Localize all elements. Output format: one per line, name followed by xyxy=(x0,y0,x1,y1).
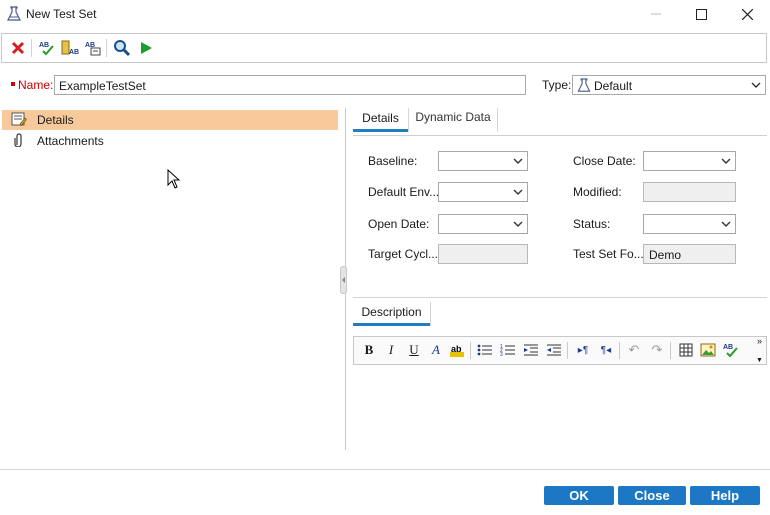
svg-text:AB: AB xyxy=(39,42,49,49)
chevron-down-icon[interactable] xyxy=(509,152,527,170)
open-date-select[interactable] xyxy=(438,214,528,234)
toolbar: AB AB AB xyxy=(1,33,767,63)
open-date-label: Open Date: xyxy=(368,217,430,231)
close-window-button[interactable] xyxy=(724,0,770,28)
more-icon[interactable]: » ▼ xyxy=(753,336,766,364)
type-label: Type: xyxy=(542,78,572,92)
chevron-down-icon[interactable] xyxy=(747,76,765,94)
name-value: ExampleTestSet xyxy=(59,79,146,93)
bold-icon[interactable]: B xyxy=(359,340,379,360)
status-select[interactable] xyxy=(643,214,736,234)
outdent-icon[interactable] xyxy=(544,340,564,360)
bullet-list-icon[interactable] xyxy=(475,340,495,360)
ok-button[interactable]: OK xyxy=(544,486,614,505)
find-icon[interactable] xyxy=(112,38,132,58)
highlight-icon[interactable]: ab xyxy=(447,340,467,360)
sidebar-item-label: Details xyxy=(37,113,74,127)
close-button[interactable]: Close xyxy=(618,486,686,505)
required-marker xyxy=(11,82,15,86)
sidebar-item-attachments[interactable]: Attachments xyxy=(2,131,338,151)
paperclip-icon xyxy=(11,132,27,150)
help-button[interactable]: Help xyxy=(690,486,760,505)
chevron-down-icon[interactable] xyxy=(509,215,527,233)
tab-separator xyxy=(408,108,409,132)
rte-separator xyxy=(619,342,620,359)
italic-icon[interactable]: I xyxy=(381,340,401,360)
thesaurus-icon[interactable]: AB xyxy=(60,38,80,58)
tab-dynamic-data[interactable]: Dynamic Data xyxy=(410,104,496,130)
name-label: Name: xyxy=(18,78,54,92)
svg-text:AB: AB xyxy=(69,49,79,56)
svg-text:AB: AB xyxy=(723,344,733,351)
modified-field xyxy=(643,182,736,202)
font-color-icon[interactable]: A xyxy=(426,340,446,360)
name-field[interactable]: ExampleTestSet xyxy=(54,75,526,95)
test-set-icon xyxy=(7,6,21,25)
spell-options-icon[interactable]: AB xyxy=(83,38,103,58)
target-cycle-label: Target Cycl... xyxy=(368,247,439,261)
rte-separator xyxy=(670,342,671,359)
baseline-select[interactable] xyxy=(438,151,528,171)
chevron-down-icon[interactable] xyxy=(717,215,735,233)
footer-separator xyxy=(0,469,770,470)
tab-details[interactable]: Details xyxy=(353,106,408,132)
image-icon[interactable] xyxy=(698,340,718,360)
spell-check-icon[interactable]: AB xyxy=(721,340,741,360)
splitter-handle[interactable] xyxy=(340,266,347,294)
rtl-icon[interactable]: ¶◂ xyxy=(596,340,616,360)
toolbar-separator xyxy=(31,39,32,57)
undo-icon[interactable]: ↶ xyxy=(624,340,644,360)
maximize-button[interactable] xyxy=(678,0,724,28)
ltr-icon[interactable]: ▸¶ xyxy=(573,340,593,360)
window-title: New Test Set xyxy=(26,7,97,21)
chevron-down-icon[interactable] xyxy=(717,152,735,170)
type-value: Default xyxy=(594,79,633,93)
baseline-label: Baseline: xyxy=(368,154,418,168)
title-bar: New Test Set xyxy=(0,0,770,28)
test-set-icon xyxy=(577,78,591,96)
modified-label: Modified: xyxy=(573,185,622,199)
close-date-label: Close Date: xyxy=(573,154,636,168)
indent-icon[interactable] xyxy=(521,340,541,360)
details-icon xyxy=(11,112,27,129)
delete-icon[interactable] xyxy=(8,38,28,58)
toolbar-separator xyxy=(106,39,107,57)
minimize-button[interactable] xyxy=(633,0,679,28)
sidebar-item-details[interactable]: Details xyxy=(2,110,338,130)
mouse-cursor-icon xyxy=(167,168,181,192)
chevron-down-icon[interactable] xyxy=(509,183,527,201)
close-date-select[interactable] xyxy=(643,151,736,171)
run-icon[interactable] xyxy=(136,38,156,58)
svg-text:3: 3 xyxy=(500,352,503,357)
tab-description[interactable]: Description xyxy=(353,300,430,326)
target-cycle-field[interactable] xyxy=(438,244,528,264)
default-env-select[interactable] xyxy=(438,182,528,202)
sidebar-item-label: Attachments xyxy=(37,134,104,148)
tab-label: Details xyxy=(362,110,399,125)
default-env-label: Default Env... xyxy=(368,185,440,199)
redo-icon[interactable]: ↷ xyxy=(647,340,667,360)
tab-label: Dynamic Data xyxy=(415,110,491,124)
numbered-list-icon[interactable]: 123 xyxy=(498,340,518,360)
description-top-line xyxy=(353,297,767,298)
tab-label: Description xyxy=(361,304,422,319)
tab-separator xyxy=(430,302,431,326)
test-set-folder-label: Test Set Fo... xyxy=(573,247,644,261)
spell-check-icon[interactable]: AB xyxy=(37,38,57,58)
rte-separator xyxy=(567,342,568,359)
status-label: Status: xyxy=(573,217,611,231)
tab-strip-line xyxy=(353,135,767,136)
svg-text:ab: ab xyxy=(451,344,462,354)
type-select[interactable]: Default xyxy=(572,75,766,95)
test-set-folder-value: Demo xyxy=(649,248,682,262)
table-icon[interactable] xyxy=(676,340,696,360)
rte-separator xyxy=(470,342,471,359)
test-set-folder-field[interactable]: Demo xyxy=(643,244,736,264)
tab-separator xyxy=(497,108,498,132)
underline-icon[interactable]: U xyxy=(404,340,424,360)
